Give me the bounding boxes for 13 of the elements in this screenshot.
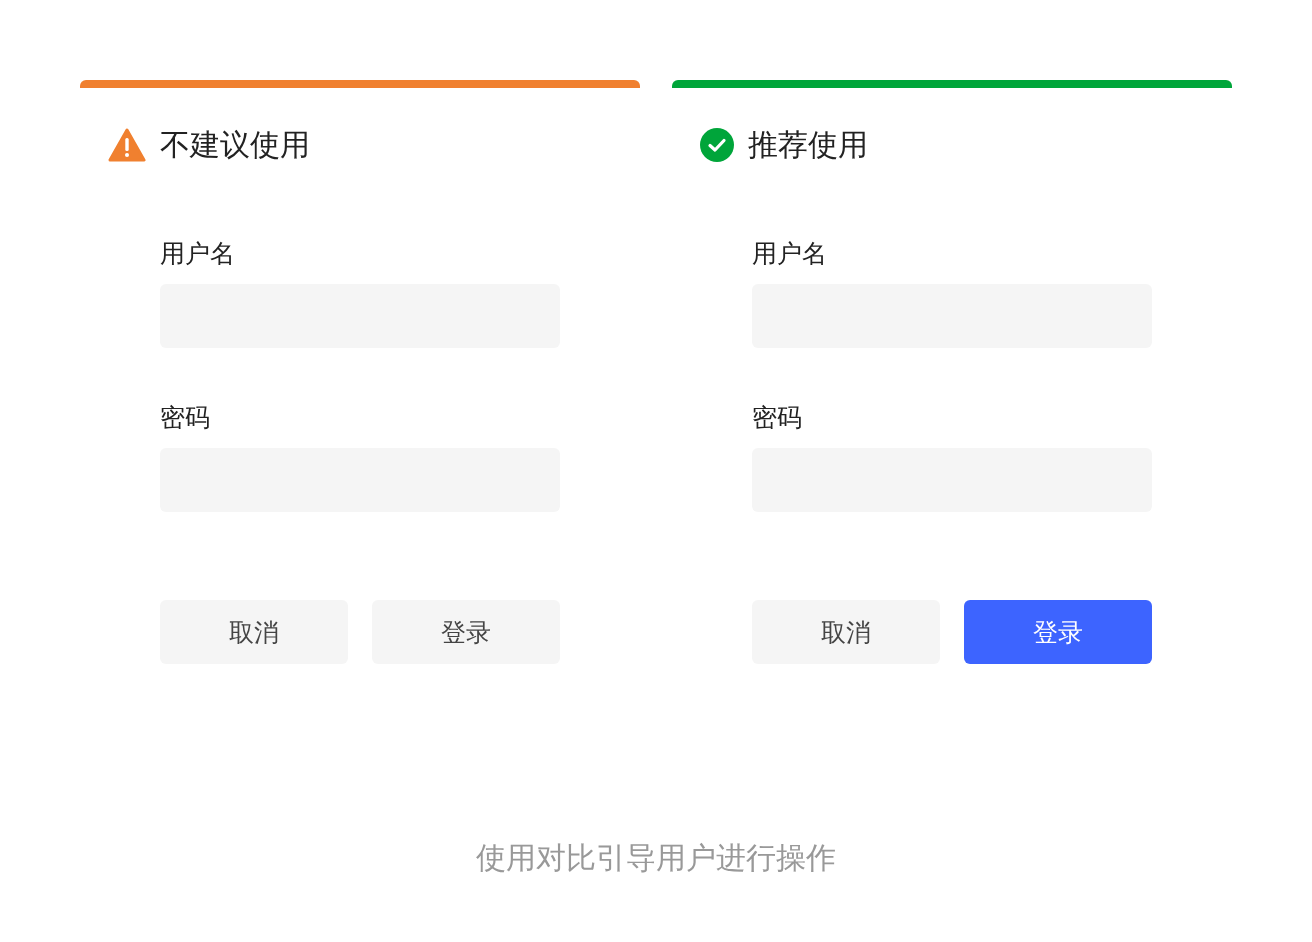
field-label: 密码	[752, 402, 802, 434]
secondary-button[interactable]: 登录	[372, 600, 560, 664]
warning-icon	[108, 128, 146, 162]
field-label: 用户名	[752, 238, 827, 270]
check-circle-icon	[700, 128, 734, 162]
card-title: 推荐使用	[748, 127, 868, 163]
card-title: 不建议使用	[160, 127, 310, 163]
primary-button[interactable]: 登录	[964, 600, 1152, 664]
field-label: 密码	[160, 402, 210, 434]
secondary-button[interactable]: 取消	[752, 600, 940, 664]
field-label: 用户名	[160, 238, 235, 270]
caption: 使用对比引导用户进行操作	[476, 840, 836, 876]
secondary-button[interactable]: 取消	[160, 600, 348, 664]
